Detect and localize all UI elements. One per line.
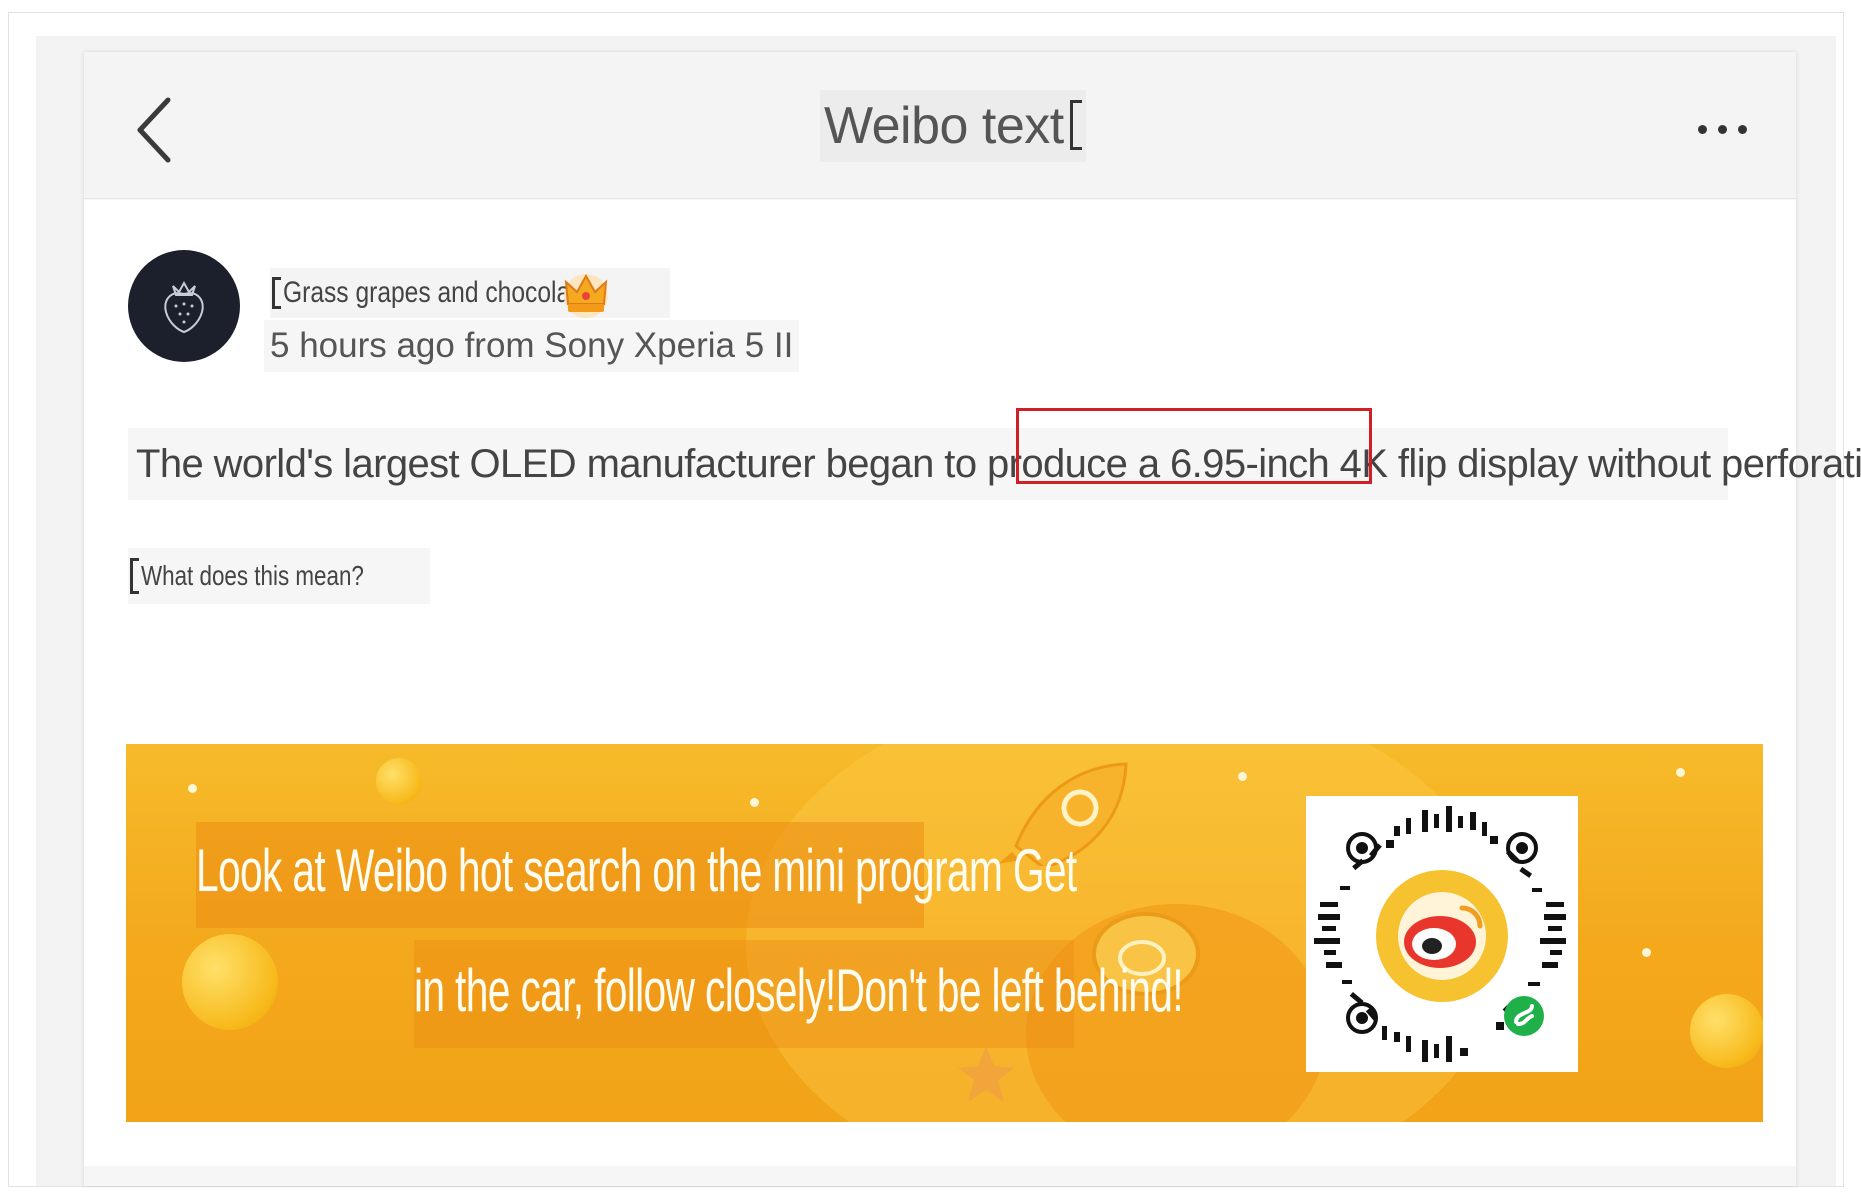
qr-code-icon bbox=[1314, 806, 1566, 1062]
mini-program-banner[interactable]: Look at Weibo hot search on the mini pro… bbox=[126, 744, 1763, 1122]
mini-program-icon bbox=[1504, 996, 1544, 1036]
post-text-before: The world's largest OLED manufacturer be… bbox=[136, 442, 1171, 486]
avatar[interactable] bbox=[128, 250, 240, 362]
post-text-after: without perforation. bbox=[1587, 442, 1861, 486]
post-meta: 5 hours ago from Sony Xperia 5 II bbox=[264, 320, 800, 372]
text-cursor bbox=[272, 277, 281, 309]
banner-line-2: in the car, follow closely!Don't be left… bbox=[414, 957, 1184, 1024]
weibo-post-panel: Weibo text Grass grapes and chocolate 5 … bbox=[84, 52, 1861, 1186]
top-bar: Weibo text bbox=[84, 52, 1796, 199]
banner-sparkle bbox=[188, 784, 197, 793]
strawberry-icon bbox=[164, 280, 204, 334]
text-cursor bbox=[130, 558, 139, 594]
banner-sparkle bbox=[750, 798, 759, 807]
chevron-left-icon[interactable] bbox=[132, 94, 178, 166]
banner-ball bbox=[182, 934, 278, 1030]
qr-code-card[interactable] bbox=[1306, 796, 1578, 1072]
banner-sparkle bbox=[1238, 772, 1247, 781]
banner-sparkle bbox=[1676, 768, 1685, 777]
post-body: The world's largest OLED manufacturer be… bbox=[128, 428, 1861, 500]
weibo-logo-icon bbox=[1376, 870, 1508, 1002]
star-icon bbox=[958, 1046, 1014, 1102]
question-row: What does this mean? bbox=[128, 548, 430, 604]
question-link[interactable]: What does this mean? bbox=[141, 548, 364, 604]
banner-sparkle bbox=[1642, 948, 1651, 957]
highlight-box bbox=[1016, 408, 1372, 484]
text-cursor bbox=[1069, 100, 1082, 151]
more-horizontal-icon[interactable] bbox=[1694, 120, 1752, 140]
crown-badge-icon bbox=[564, 273, 608, 318]
banner-line-1: Look at Weibo hot search on the mini pro… bbox=[196, 837, 1077, 904]
page-title-text: Weibo text bbox=[824, 97, 1064, 155]
author-name[interactable]: Grass grapes and chocolate bbox=[283, 268, 591, 318]
banner-ball bbox=[376, 758, 422, 804]
banner-ball bbox=[1690, 994, 1763, 1068]
page-title: Weibo text bbox=[820, 90, 1086, 162]
post-card: Grass grapes and chocolate 5 hours ago f… bbox=[84, 200, 1861, 1166]
